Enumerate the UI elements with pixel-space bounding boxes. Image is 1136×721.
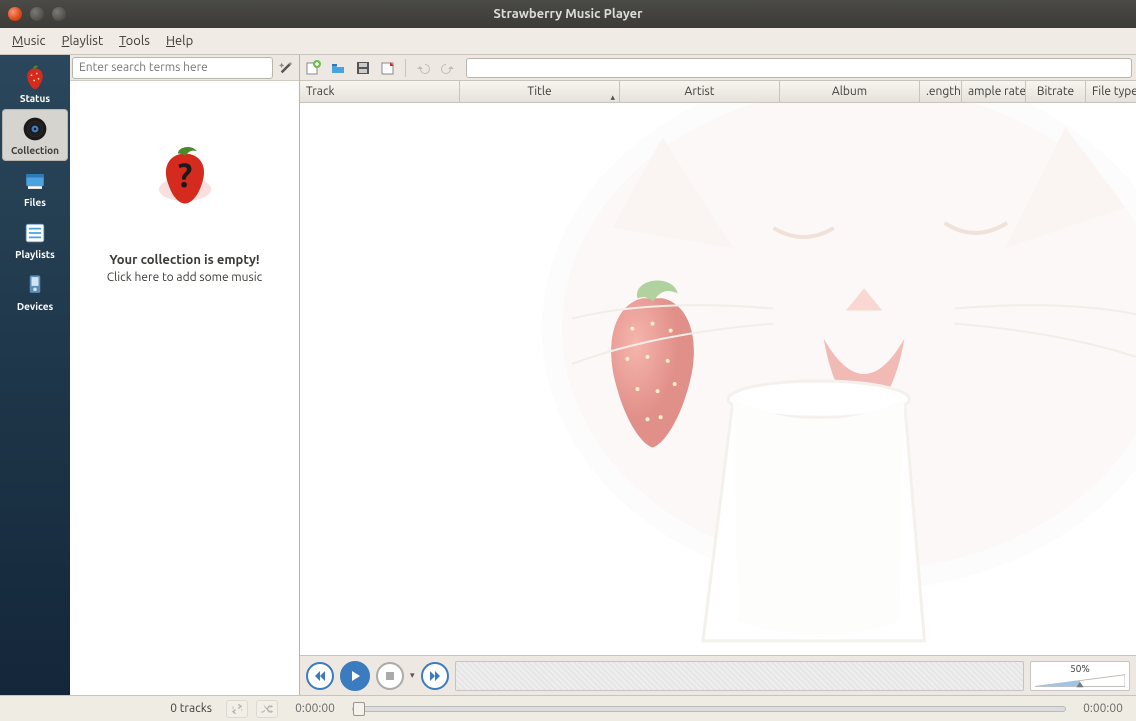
window-maximize-button[interactable] — [52, 7, 66, 21]
window-title: Strawberry Music Player — [0, 7, 1136, 21]
sidebar-item-files[interactable]: Files — [2, 161, 68, 213]
toolbar-separator — [405, 59, 406, 77]
sidebar-item-label: Playlists — [15, 249, 55, 260]
playlist-filter-field[interactable] — [466, 58, 1132, 78]
volume-control[interactable]: 50% — [1030, 661, 1130, 691]
stop-button[interactable] — [376, 662, 404, 690]
menubar: Music Playlist Tools Help — [0, 28, 1136, 55]
column-artist[interactable]: Artist — [620, 81, 780, 102]
strawberry-question-icon: ? — [147, 137, 223, 217]
seek-bar[interactable] — [455, 661, 1024, 691]
sidebar-item-label: Devices — [17, 301, 53, 312]
position-slider[interactable] — [352, 706, 1066, 712]
clear-playlist-button[interactable] — [377, 57, 399, 79]
repeat-button[interactable] — [226, 700, 248, 718]
sidebar-item-label: Collection — [11, 145, 59, 156]
undo-button[interactable] — [412, 57, 434, 79]
sidebar-item-collection[interactable]: Collection — [2, 109, 68, 161]
collection-panel: ? Your collection is empty! Click here t… — [70, 55, 300, 695]
volume-slider[interactable] — [1035, 674, 1125, 688]
search-options-button[interactable] — [275, 57, 297, 79]
column-bitrate[interactable]: Bitrate — [1026, 81, 1086, 102]
column-track[interactable]: Track — [300, 81, 460, 102]
new-playlist-button[interactable] — [302, 57, 324, 79]
menu-help[interactable]: Help — [158, 31, 201, 51]
column-title[interactable]: Title — [460, 81, 620, 102]
volume-percent: 50% — [1070, 663, 1090, 674]
save-playlist-button[interactable] — [352, 57, 374, 79]
strawberry-icon — [21, 63, 49, 91]
sidebar-item-status[interactable]: Status — [2, 57, 68, 109]
next-button[interactable] — [421, 662, 449, 690]
window-close-button[interactable] — [8, 7, 22, 21]
sidebar-item-playlists[interactable]: Playlists — [2, 213, 68, 265]
empty-heading: Your collection is empty! — [109, 253, 259, 267]
sidebar-item-label: Status — [20, 93, 50, 104]
sidebar: Status Collection Files Playlists Device… — [0, 55, 70, 695]
statusbar: 0 tracks 0:00:00 0:00:00 — [0, 695, 1136, 721]
main-panel: Track Title Artist Album .ength ample ra… — [300, 55, 1136, 695]
column-samplerate[interactable]: ample rate — [962, 81, 1026, 102]
shuffle-button[interactable] — [256, 700, 278, 718]
devices-icon — [21, 271, 49, 299]
redo-button[interactable] — [437, 57, 459, 79]
column-filetype[interactable]: File type — [1086, 81, 1136, 102]
sidebar-item-devices[interactable]: Devices — [2, 265, 68, 317]
time-total: 0:00:00 — [1074, 702, 1132, 715]
files-icon — [21, 167, 49, 195]
search-input[interactable] — [72, 57, 273, 79]
stop-options-dropdown[interactable]: ▾ — [410, 670, 415, 681]
search-row — [70, 55, 299, 81]
window-minimize-button[interactable] — [30, 7, 44, 21]
column-length[interactable]: .ength — [920, 81, 962, 102]
svg-text:?: ? — [177, 157, 192, 194]
menu-playlist[interactable]: Playlist — [54, 31, 111, 51]
play-button[interactable] — [340, 661, 370, 691]
column-album[interactable]: Album — [780, 81, 920, 102]
vinyl-icon — [21, 115, 49, 143]
playlist-empty-area — [300, 103, 1136, 655]
previous-button[interactable] — [306, 662, 334, 690]
time-elapsed: 0:00:00 — [286, 702, 344, 715]
playlists-icon — [21, 219, 49, 247]
empty-subtext: Click here to add some music — [107, 271, 262, 284]
track-table-header: Track Title Artist Album .ength ample ra… — [300, 81, 1136, 103]
menu-tools[interactable]: Tools — [111, 31, 158, 51]
open-playlist-button[interactable] — [327, 57, 349, 79]
playlist-toolbar — [300, 55, 1136, 81]
empty-collection-message[interactable]: ? Your collection is empty! Click here t… — [70, 81, 299, 695]
window-titlebar: Strawberry Music Player — [0, 0, 1136, 28]
menu-music[interactable]: Music — [4, 31, 54, 51]
sidebar-item-label: Files — [24, 197, 46, 208]
track-count: 0 tracks — [4, 702, 218, 715]
player-controls: ▾ 50% — [300, 655, 1136, 695]
